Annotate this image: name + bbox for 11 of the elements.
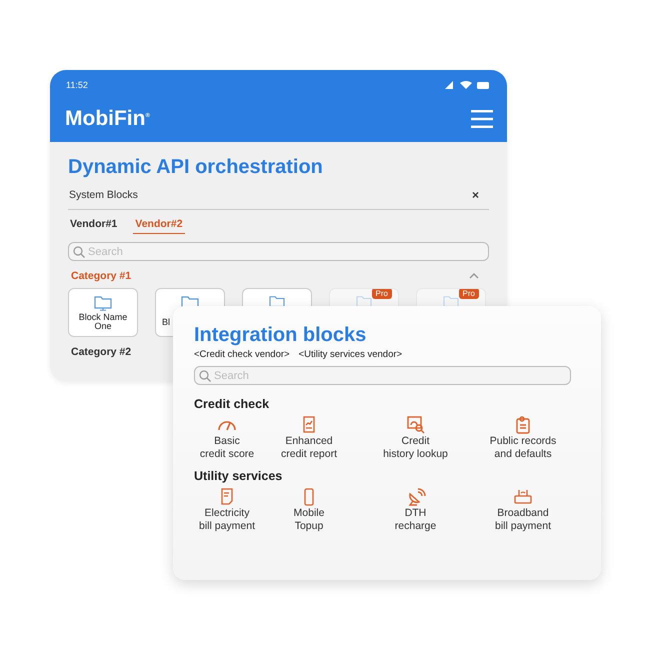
pro-badge: Pro [458,289,479,299]
block-label: Block Name One [78,313,128,331]
page-title: Dynamic API orchestration [68,156,324,179]
pro-badge: Pro [372,289,392,299]
section-title: Credit check [194,397,270,411]
app-logo: MobiFin$^{®}$ [65,107,150,131]
status-time: 11:52 [66,80,88,90]
section-title: Utility services [194,469,284,483]
block-label: Bl [162,318,170,327]
panel-title: Integration blocks [194,324,368,347]
chip-label: System Blocks [69,189,138,201]
